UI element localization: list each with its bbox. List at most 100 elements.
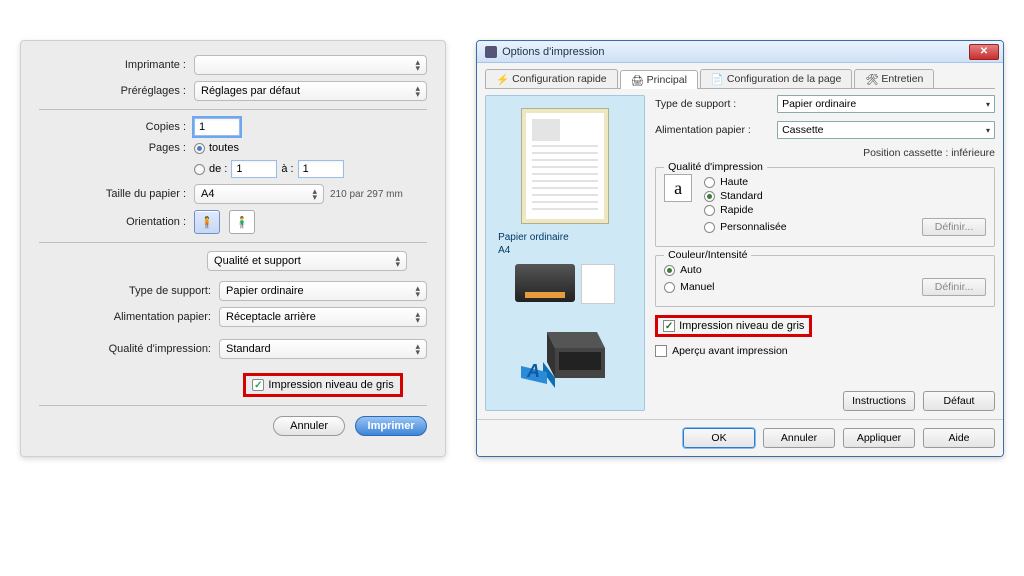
- greyscale-highlight: Impression niveau de gris: [655, 315, 812, 337]
- print-quality-value: Standard: [226, 343, 271, 355]
- printer-label: Imprimante :: [39, 59, 194, 71]
- close-button[interactable]: ✕: [969, 44, 999, 60]
- blank-page-icon: [581, 264, 615, 304]
- cancel-button[interactable]: Annuler: [273, 416, 345, 436]
- preview-paper-label: Papier ordinaire: [498, 232, 569, 243]
- paper-size-label: Taille du papier :: [39, 188, 194, 200]
- divider: [39, 405, 427, 406]
- landscape-icon: 🧍‍♂️: [235, 216, 249, 229]
- pages-all-label: toutes: [209, 142, 239, 154]
- quality-sample-icon: a: [664, 174, 692, 202]
- chevron-updown-icon: ▴▾: [416, 343, 421, 356]
- printer-icon: 🖨: [631, 74, 643, 86]
- orientation-landscape[interactable]: 🧍‍♂️: [229, 210, 255, 234]
- orientation-label: Orientation :: [39, 216, 194, 228]
- pages-range-radio[interactable]: [194, 164, 205, 175]
- paper-size-select[interactable]: A4 ▴▾: [194, 184, 324, 204]
- quality-standard-radio[interactable]: [704, 191, 715, 202]
- paper-feed-select[interactable]: Réceptacle arrière ▴▾: [219, 307, 427, 327]
- tab-page-setup[interactable]: 📄 Configuration de la page: [700, 69, 852, 88]
- paper-feed-label: Alimentation papier :: [655, 124, 771, 136]
- preview-before-print-checkbox[interactable]: [655, 345, 667, 357]
- printer-3d-icon: A: [517, 322, 613, 398]
- media-type-value: Papier ordinaire: [226, 285, 304, 297]
- print-quality-group: Qualité d'impression a Haute Standard Ra…: [655, 167, 995, 247]
- media-type-label: Type de support :: [655, 98, 771, 110]
- copies-input[interactable]: [194, 118, 240, 136]
- document-preview-icon: [521, 108, 609, 224]
- color-manual-radio[interactable]: [664, 282, 675, 293]
- greyscale-label: Impression niveau de gris: [268, 379, 393, 391]
- tab-maintenance[interactable]: 🛠 Entretien: [854, 69, 934, 88]
- greyscale-checkbox[interactable]: [252, 379, 264, 391]
- print-quality-select[interactable]: Standard ▴▾: [219, 339, 427, 359]
- pages-label: Pages :: [39, 142, 194, 154]
- titlebar: Options d'impression ✕: [477, 41, 1003, 63]
- instructions-button[interactable]: Instructions: [843, 391, 915, 411]
- pages-from-label: de :: [209, 163, 227, 175]
- cancel-button[interactable]: Annuler: [763, 428, 835, 448]
- portrait-icon: 🧍: [200, 216, 214, 229]
- color-define-button[interactable]: Définir...: [922, 278, 986, 296]
- quality-fast-radio[interactable]: [704, 205, 715, 216]
- cassette-position-label: Position cassette : inférieure: [655, 147, 995, 159]
- divider: [39, 109, 427, 110]
- media-type-select[interactable]: Papier ordinaire ▴▾: [219, 281, 427, 301]
- paper-feed-label: Alimentation papier:: [39, 311, 219, 323]
- printer-select[interactable]: ▴▾: [194, 55, 427, 75]
- settings-panel: Type de support : Papier ordinaire▾ Alim…: [655, 95, 995, 411]
- chevron-updown-icon: ▴▾: [312, 188, 317, 201]
- preview-before-print-label: Aperçu avant impression: [672, 345, 788, 357]
- ok-button[interactable]: OK: [683, 428, 755, 448]
- chevron-updown-icon: ▴▾: [416, 285, 421, 298]
- quality-define-button[interactable]: Définir...: [922, 218, 986, 236]
- mac-print-dialog: Imprimante : ▴▾ Préréglages : Réglages p…: [20, 40, 446, 457]
- color-intensity-group: Couleur/Intensité Auto Manuel Définir...: [655, 255, 995, 307]
- chevron-down-icon: ▾: [986, 100, 990, 109]
- preview-size-label: A4: [498, 245, 510, 256]
- presets-label: Préréglages :: [39, 85, 194, 97]
- media-type-label: Type de support:: [39, 285, 219, 297]
- quality-high-radio[interactable]: [704, 177, 715, 188]
- greyscale-checkbox[interactable]: [663, 320, 675, 332]
- chevron-down-icon: ▾: [986, 126, 990, 135]
- print-quality-label: Qualité d'impression:: [39, 343, 219, 355]
- window-title: Options d'impression: [502, 46, 604, 58]
- lightning-icon: ⚡: [496, 73, 508, 85]
- apply-button[interactable]: Appliquer: [843, 428, 915, 448]
- defaults-button[interactable]: Défaut: [923, 391, 995, 411]
- presets-value: Réglages par défaut: [201, 85, 300, 97]
- dialog-footer: OK Annuler Appliquer Aide: [477, 419, 1003, 456]
- pages-to-input[interactable]: [298, 160, 344, 178]
- copies-label: Copies :: [39, 121, 194, 133]
- greyscale-highlight: Impression niveau de gris: [243, 373, 402, 397]
- paper-size-info: 210 par 297 mm: [330, 189, 403, 200]
- media-type-select[interactable]: Papier ordinaire▾: [777, 95, 995, 113]
- color-auto-radio[interactable]: [664, 265, 675, 276]
- paper-feed-value: Réceptacle arrière: [226, 311, 316, 323]
- orientation-portrait[interactable]: 🧍: [194, 210, 220, 234]
- paper-size-value: A4: [201, 188, 214, 200]
- preview-panel: Papier ordinaire A4 A: [485, 95, 645, 411]
- paper-feed-select[interactable]: Cassette▾: [777, 121, 995, 139]
- section-value: Qualité et support: [214, 255, 301, 267]
- pages-to-label: à :: [281, 163, 293, 175]
- tab-quick-setup[interactable]: ⚡ Configuration rapide: [485, 69, 618, 88]
- printer-thumbnail-icon: [515, 264, 575, 302]
- tab-main[interactable]: 🖨 Principal: [620, 70, 698, 89]
- print-button[interactable]: Imprimer: [355, 416, 427, 436]
- pages-all-radio[interactable]: [194, 143, 205, 154]
- print-quality-legend: Qualité d'impression: [664, 161, 767, 173]
- pages-from-input[interactable]: [231, 160, 277, 178]
- help-button[interactable]: Aide: [923, 428, 995, 448]
- presets-select[interactable]: Réglages par défaut ▴▾: [194, 81, 427, 101]
- chevron-updown-icon: ▴▾: [416, 59, 421, 72]
- chevron-updown-icon: ▴▾: [416, 85, 421, 98]
- win-print-options-dialog: Options d'impression ✕ ⚡ Configuration r…: [476, 40, 1004, 457]
- tab-bar: ⚡ Configuration rapide 🖨 Principal 📄 Con…: [485, 69, 995, 89]
- quality-custom-radio[interactable]: [704, 222, 715, 233]
- printer-icon: [485, 46, 497, 58]
- page-icon: 📄: [711, 73, 723, 85]
- section-select[interactable]: Qualité et support ▴▾: [207, 251, 407, 271]
- chevron-updown-icon: ▴▾: [396, 255, 401, 268]
